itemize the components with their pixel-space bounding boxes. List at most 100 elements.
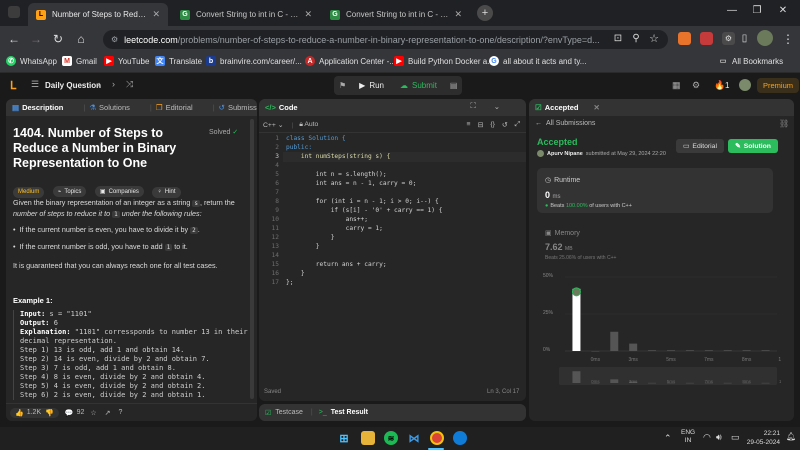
bookmark-star-icon[interactable]: ☆: [646, 31, 662, 47]
chart-bar[interactable]: [685, 350, 694, 351]
help-icon[interactable]: ?: [119, 409, 123, 416]
site-info-icon[interactable]: ⚙: [111, 35, 118, 44]
all-bookmarks[interactable]: ▭ All Bookmarks: [718, 56, 783, 66]
chart-bar[interactable]: [704, 350, 713, 351]
windows-start-icon[interactable]: ⊞: [337, 431, 351, 445]
debug-icon[interactable]: ⚑: [334, 76, 352, 95]
daily-question-label[interactable]: Daily Question: [45, 81, 101, 90]
chart-bar[interactable]: [723, 350, 732, 351]
minimize-icon[interactable]: —: [722, 5, 742, 16]
companies-chip[interactable]: ▣ Companies: [94, 186, 144, 197]
problem-list-icon[interactable]: ☰: [31, 79, 39, 90]
editorial-button[interactable]: ▭ Editorial: [676, 139, 724, 153]
new-tab-button[interactable]: +: [477, 5, 493, 21]
clock[interactable]: 22:21 29-05-2024: [744, 429, 780, 447]
user-avatar[interactable]: [739, 79, 751, 91]
tray-overflow-icon[interactable]: ⌃: [664, 433, 672, 444]
memory-heading[interactable]: ▣ Memory: [545, 229, 580, 237]
share-icon[interactable]: ↗: [105, 409, 111, 417]
chart-bar[interactable]: [742, 350, 751, 351]
settings-icon[interactable]: ⚙: [692, 80, 700, 91]
forward-icon[interactable]: →: [28, 31, 44, 47]
maximize-icon[interactable]: ⛶: [470, 101, 475, 111]
close-tab-icon[interactable]: ✕: [304, 9, 312, 20]
like-button[interactable]: 👍 1.2K 👎: [10, 407, 59, 418]
chart-bar[interactable]: [648, 350, 657, 351]
collapse-icon[interactable]: ⌄: [494, 102, 500, 111]
star-icon[interactable]: ☆: [90, 409, 96, 417]
bookmark-python-docker[interactable]: ▶ Build Python Docker a...: [394, 56, 494, 66]
spotify-icon[interactable]: ≋: [384, 431, 398, 445]
close-window-icon[interactable]: ✕: [773, 5, 793, 16]
runtime-card[interactable]: ◷ Runtime 0 ms ● Beats 100.00% of users wi…: [537, 168, 773, 213]
autocomplete-toggle[interactable]: 🔒︎ Auto: [299, 121, 318, 129]
premium-button[interactable]: Premium: [757, 78, 800, 93]
leetcode-logo-icon[interactable]: ᒪ: [10, 79, 21, 92]
layout-icon[interactable]: ▦: [672, 80, 681, 91]
bookmark-youtube[interactable]: ▶ YouTube: [104, 56, 149, 66]
bookmark-brainvire[interactable]: b brainvire.com/career/...: [206, 56, 302, 66]
scrollbar[interactable]: [250, 119, 254, 399]
code-tab[interactable]: </> Code: [265, 103, 308, 112]
topics-chip[interactable]: ⌁ Topics: [52, 186, 87, 197]
prev-problem-icon[interactable]: ‹: [97, 79, 100, 89]
bookmark-icon[interactable]: ⊟: [478, 121, 484, 129]
browser-tab-gfg-1[interactable]: G Convert String to int in C - Geeks ✕: [172, 3, 320, 26]
tab-submissions[interactable]: ↺Submissions: [219, 103, 257, 112]
streak-fire-icon[interactable]: 🔥: [714, 80, 725, 91]
chart-bar[interactable]: [761, 350, 770, 351]
chart-bar[interactable]: [629, 343, 638, 351]
extension-icon[interactable]: [700, 32, 713, 45]
browser-tab-gfg-2[interactable]: G Convert String to int in C - Geeks ✕: [322, 3, 470, 26]
file-explorer-icon[interactable]: [361, 431, 375, 445]
restore-icon[interactable]: ❐: [747, 5, 767, 16]
battery-icon[interactable]: ▭: [731, 432, 740, 443]
comments-button[interactable]: 💬 92: [65, 409, 85, 417]
fullscreen-icon[interactable]: ⤢: [515, 121, 520, 129]
install-icon[interactable]: ⊡: [610, 31, 626, 47]
tab-description[interactable]: ▤ Description: [12, 103, 73, 112]
chrome-icon[interactable]: [430, 431, 444, 445]
tab-search-icon[interactable]: [8, 6, 20, 18]
back-icon[interactable]: ←: [6, 31, 22, 47]
difficulty-badge[interactable]: Medium: [13, 186, 45, 198]
tab-testcase[interactable]: Testcase: [275, 409, 303, 416]
submit-button[interactable]: ☁ Submit: [392, 76, 445, 95]
menu-kebab-icon[interactable]: ⋮: [780, 31, 796, 47]
next-problem-icon[interactable]: ›: [112, 79, 115, 89]
extension-icon[interactable]: [678, 32, 691, 45]
chart-bar[interactable]: [591, 351, 600, 352]
reload-icon[interactable]: ↻: [50, 31, 66, 47]
shuffle-icon[interactable]: ⤨: [126, 79, 133, 90]
zoom-icon[interactable]: ⚲: [628, 31, 644, 47]
extensions-puzzle-icon[interactable]: ⚙: [722, 32, 735, 45]
close-tab-icon[interactable]: ✕: [152, 9, 160, 20]
bookmark-application-center[interactable]: A Application Center -...: [305, 56, 396, 66]
chart-bar[interactable]: [610, 331, 619, 351]
braces-icon[interactable]: {}: [490, 121, 495, 129]
chart-bar[interactable]: [667, 350, 675, 351]
address-bar[interactable]: ⚙ leetcode.com /problems/number-of-steps…: [103, 30, 668, 49]
language-indicator[interactable]: ENG IN: [681, 429, 695, 445]
tab-test-result[interactable]: Test Result: [331, 409, 368, 416]
thumbs-down-icon[interactable]: 👎: [45, 409, 54, 417]
home-icon[interactable]: ⌂: [73, 31, 89, 47]
code-editor[interactable]: 1 2 3 4 5 6 7 8 9 10 11 12 13 14 15 16 1…: [259, 135, 526, 295]
bookmark-whatsapp[interactable]: ✆ WhatsApp: [6, 56, 57, 66]
format-icon[interactable]: ≡: [467, 121, 471, 129]
bookmark-gmail[interactable]: M Gmail: [62, 56, 97, 66]
tab-solutions[interactable]: ⚗ Solutions: [89, 103, 140, 112]
browser-tab-leetcode[interactable]: L Number of Steps to Reduce a Nu ✕: [28, 3, 168, 26]
notes-icon[interactable]: ▤: [444, 76, 463, 95]
link-icon[interactable]: ⛓: [779, 119, 789, 128]
profile-avatar[interactable]: [757, 30, 773, 46]
bookmark-google[interactable]: Gall about it acts and ty...: [489, 56, 586, 66]
solution-button[interactable]: ✎ Solution: [728, 139, 778, 153]
volume-icon[interactable]: 🔊︎: [716, 432, 722, 443]
tab-editorial[interactable]: ❐ Editorial: [156, 103, 203, 112]
language-select[interactable]: C++ ⌄: [263, 121, 283, 129]
hint-chip[interactable]: ♀ Hint: [152, 186, 181, 198]
close-tab-icon[interactable]: ✕: [454, 9, 462, 20]
run-button[interactable]: ▶ Run: [351, 76, 393, 95]
vscode-icon[interactable]: ⋈: [407, 431, 421, 445]
